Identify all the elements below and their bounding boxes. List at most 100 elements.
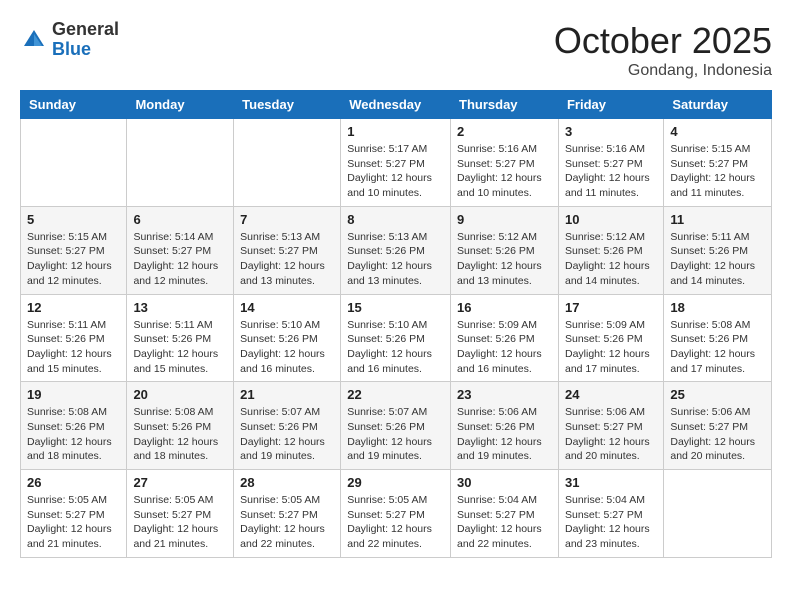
day-number: 7 bbox=[240, 212, 334, 227]
calendar-cell: 26 Sunrise: 5:05 AM Sunset: 5:27 PM Dayli… bbox=[21, 470, 127, 558]
calendar-week-5: 26 Sunrise: 5:05 AM Sunset: 5:27 PM Dayli… bbox=[21, 470, 772, 558]
calendar-week-1: 1Sunrise: 5:17 AM Sunset: 5:27 PM Daylig… bbox=[21, 119, 772, 207]
calendar-cell: 16 Sunrise: 5:09 AM Sunset: 5:26 PM Dayli… bbox=[451, 294, 559, 382]
calendar-cell: 27 Sunrise: 5:05 AM Sunset: 5:27 PM Dayli… bbox=[127, 470, 234, 558]
day-info: Sunrise: 5:08 AM Sunset: 5:26 PM Dayligh… bbox=[670, 318, 765, 377]
day-info: Sunrise: 5:05 AM Sunset: 5:27 PM Dayligh… bbox=[27, 493, 120, 552]
calendar-cell: 29Sunrise: 5:05 AM Sunset: 5:27 PM Dayli… bbox=[341, 470, 451, 558]
calendar-cell: 15Sunrise: 5:10 AM Sunset: 5:26 PM Dayli… bbox=[341, 294, 451, 382]
day-number: 24 bbox=[565, 387, 657, 402]
day-info: Sunrise: 5:06 AM Sunset: 5:27 PM Dayligh… bbox=[670, 405, 765, 464]
calendar-cell: 4 Sunrise: 5:15 AM Sunset: 5:27 PM Daylig… bbox=[664, 119, 772, 207]
day-info: Sunrise: 5:07 AM Sunset: 5:26 PM Dayligh… bbox=[240, 405, 334, 464]
day-number: 20 bbox=[133, 387, 227, 402]
day-info: Sunrise: 5:15 AM Sunset: 5:27 PM Dayligh… bbox=[27, 230, 120, 289]
logo-text: General Blue bbox=[52, 20, 119, 60]
day-info: Sunrise: 5:12 AM Sunset: 5:26 PM Dayligh… bbox=[565, 230, 657, 289]
calendar-body: 1Sunrise: 5:17 AM Sunset: 5:27 PM Daylig… bbox=[21, 119, 772, 558]
day-number: 17 bbox=[565, 300, 657, 315]
day-info: Sunrise: 5:10 AM Sunset: 5:26 PM Dayligh… bbox=[240, 318, 334, 377]
day-info: Sunrise: 5:05 AM Sunset: 5:27 PM Dayligh… bbox=[347, 493, 444, 552]
weekday-header-row: SundayMondayTuesdayWednesdayThursdayFrid… bbox=[21, 91, 772, 119]
day-number: 6 bbox=[133, 212, 227, 227]
day-number: 8 bbox=[347, 212, 444, 227]
calendar-cell: 18 Sunrise: 5:08 AM Sunset: 5:26 PM Dayli… bbox=[664, 294, 772, 382]
calendar-cell: 30Sunrise: 5:04 AM Sunset: 5:27 PM Dayli… bbox=[451, 470, 559, 558]
calendar-cell: 13 Sunrise: 5:11 AM Sunset: 5:26 PM Dayli… bbox=[127, 294, 234, 382]
calendar-cell: 20 Sunrise: 5:08 AM Sunset: 5:26 PM Dayli… bbox=[127, 382, 234, 470]
calendar-cell bbox=[664, 470, 772, 558]
day-number: 14 bbox=[240, 300, 334, 315]
day-number: 3 bbox=[565, 124, 657, 139]
weekday-sunday: Sunday bbox=[21, 91, 127, 119]
day-info: Sunrise: 5:11 AM Sunset: 5:26 PM Dayligh… bbox=[133, 318, 227, 377]
day-info: Sunrise: 5:13 AM Sunset: 5:26 PM Dayligh… bbox=[347, 230, 444, 289]
calendar-cell: 2 Sunrise: 5:16 AM Sunset: 5:27 PM Daylig… bbox=[451, 119, 559, 207]
day-number: 23 bbox=[457, 387, 552, 402]
calendar-cell: 10 Sunrise: 5:12 AM Sunset: 5:26 PM Dayli… bbox=[558, 206, 663, 294]
calendar-cell: 23 Sunrise: 5:06 AM Sunset: 5:26 PM Dayli… bbox=[451, 382, 559, 470]
day-info: Sunrise: 5:04 AM Sunset: 5:27 PM Dayligh… bbox=[565, 493, 657, 552]
calendar-cell: 5 Sunrise: 5:15 AM Sunset: 5:27 PM Daylig… bbox=[21, 206, 127, 294]
title-block: October 2025 Gondang, Indonesia bbox=[554, 20, 772, 80]
calendar-cell: 22Sunrise: 5:07 AM Sunset: 5:26 PM Dayli… bbox=[341, 382, 451, 470]
day-info: Sunrise: 5:15 AM Sunset: 5:27 PM Dayligh… bbox=[670, 142, 765, 201]
day-number: 10 bbox=[565, 212, 657, 227]
calendar-cell: 31 Sunrise: 5:04 AM Sunset: 5:27 PM Dayli… bbox=[558, 470, 663, 558]
day-info: Sunrise: 5:09 AM Sunset: 5:26 PM Dayligh… bbox=[565, 318, 657, 377]
calendar-cell: 24 Sunrise: 5:06 AM Sunset: 5:27 PM Dayli… bbox=[558, 382, 663, 470]
day-number: 9 bbox=[457, 212, 552, 227]
day-number: 28 bbox=[240, 475, 334, 490]
day-number: 18 bbox=[670, 300, 765, 315]
day-number: 26 bbox=[27, 475, 120, 490]
day-number: 21 bbox=[240, 387, 334, 402]
day-info: Sunrise: 5:11 AM Sunset: 5:26 PM Dayligh… bbox=[27, 318, 120, 377]
logo-blue: Blue bbox=[52, 40, 119, 60]
day-info: Sunrise: 5:16 AM Sunset: 5:27 PM Dayligh… bbox=[565, 142, 657, 201]
calendar-cell: 21 Sunrise: 5:07 AM Sunset: 5:26 PM Dayli… bbox=[234, 382, 341, 470]
day-number: 16 bbox=[457, 300, 552, 315]
page-header: General Blue October 2025 Gondang, Indon… bbox=[20, 20, 772, 80]
day-info: Sunrise: 5:16 AM Sunset: 5:27 PM Dayligh… bbox=[457, 142, 552, 201]
calendar-cell: 1Sunrise: 5:17 AM Sunset: 5:27 PM Daylig… bbox=[341, 119, 451, 207]
calendar-cell bbox=[21, 119, 127, 207]
weekday-saturday: Saturday bbox=[664, 91, 772, 119]
calendar-cell: 7 Sunrise: 5:13 AM Sunset: 5:27 PM Daylig… bbox=[234, 206, 341, 294]
day-info: Sunrise: 5:12 AM Sunset: 5:26 PM Dayligh… bbox=[457, 230, 552, 289]
day-number: 1 bbox=[347, 124, 444, 139]
day-info: Sunrise: 5:07 AM Sunset: 5:26 PM Dayligh… bbox=[347, 405, 444, 464]
day-number: 15 bbox=[347, 300, 444, 315]
calendar-week-2: 5 Sunrise: 5:15 AM Sunset: 5:27 PM Daylig… bbox=[21, 206, 772, 294]
calendar-cell: 3 Sunrise: 5:16 AM Sunset: 5:27 PM Daylig… bbox=[558, 119, 663, 207]
logo: General Blue bbox=[20, 20, 119, 60]
weekday-thursday: Thursday bbox=[451, 91, 559, 119]
day-info: Sunrise: 5:13 AM Sunset: 5:27 PM Dayligh… bbox=[240, 230, 334, 289]
day-info: Sunrise: 5:08 AM Sunset: 5:26 PM Dayligh… bbox=[133, 405, 227, 464]
day-number: 11 bbox=[670, 212, 765, 227]
weekday-wednesday: Wednesday bbox=[341, 91, 451, 119]
calendar-cell bbox=[127, 119, 234, 207]
day-info: Sunrise: 5:11 AM Sunset: 5:26 PM Dayligh… bbox=[670, 230, 765, 289]
day-number: 4 bbox=[670, 124, 765, 139]
calendar-week-4: 19 Sunrise: 5:08 AM Sunset: 5:26 PM Dayli… bbox=[21, 382, 772, 470]
day-number: 2 bbox=[457, 124, 552, 139]
calendar-cell: 25 Sunrise: 5:06 AM Sunset: 5:27 PM Dayli… bbox=[664, 382, 772, 470]
day-number: 30 bbox=[457, 475, 552, 490]
day-number: 27 bbox=[133, 475, 227, 490]
calendar-cell: 28Sunrise: 5:05 AM Sunset: 5:27 PM Dayli… bbox=[234, 470, 341, 558]
day-info: Sunrise: 5:09 AM Sunset: 5:26 PM Dayligh… bbox=[457, 318, 552, 377]
day-info: Sunrise: 5:06 AM Sunset: 5:26 PM Dayligh… bbox=[457, 405, 552, 464]
day-info: Sunrise: 5:08 AM Sunset: 5:26 PM Dayligh… bbox=[27, 405, 120, 464]
day-number: 13 bbox=[133, 300, 227, 315]
weekday-tuesday: Tuesday bbox=[234, 91, 341, 119]
calendar-table: SundayMondayTuesdayWednesdayThursdayFrid… bbox=[20, 90, 772, 558]
day-number: 25 bbox=[670, 387, 765, 402]
logo-icon bbox=[20, 26, 48, 54]
calendar-cell: 19 Sunrise: 5:08 AM Sunset: 5:26 PM Dayli… bbox=[21, 382, 127, 470]
day-number: 31 bbox=[565, 475, 657, 490]
day-number: 5 bbox=[27, 212, 120, 227]
day-info: Sunrise: 5:05 AM Sunset: 5:27 PM Dayligh… bbox=[133, 493, 227, 552]
day-number: 19 bbox=[27, 387, 120, 402]
day-info: Sunrise: 5:06 AM Sunset: 5:27 PM Dayligh… bbox=[565, 405, 657, 464]
day-info: Sunrise: 5:14 AM Sunset: 5:27 PM Dayligh… bbox=[133, 230, 227, 289]
